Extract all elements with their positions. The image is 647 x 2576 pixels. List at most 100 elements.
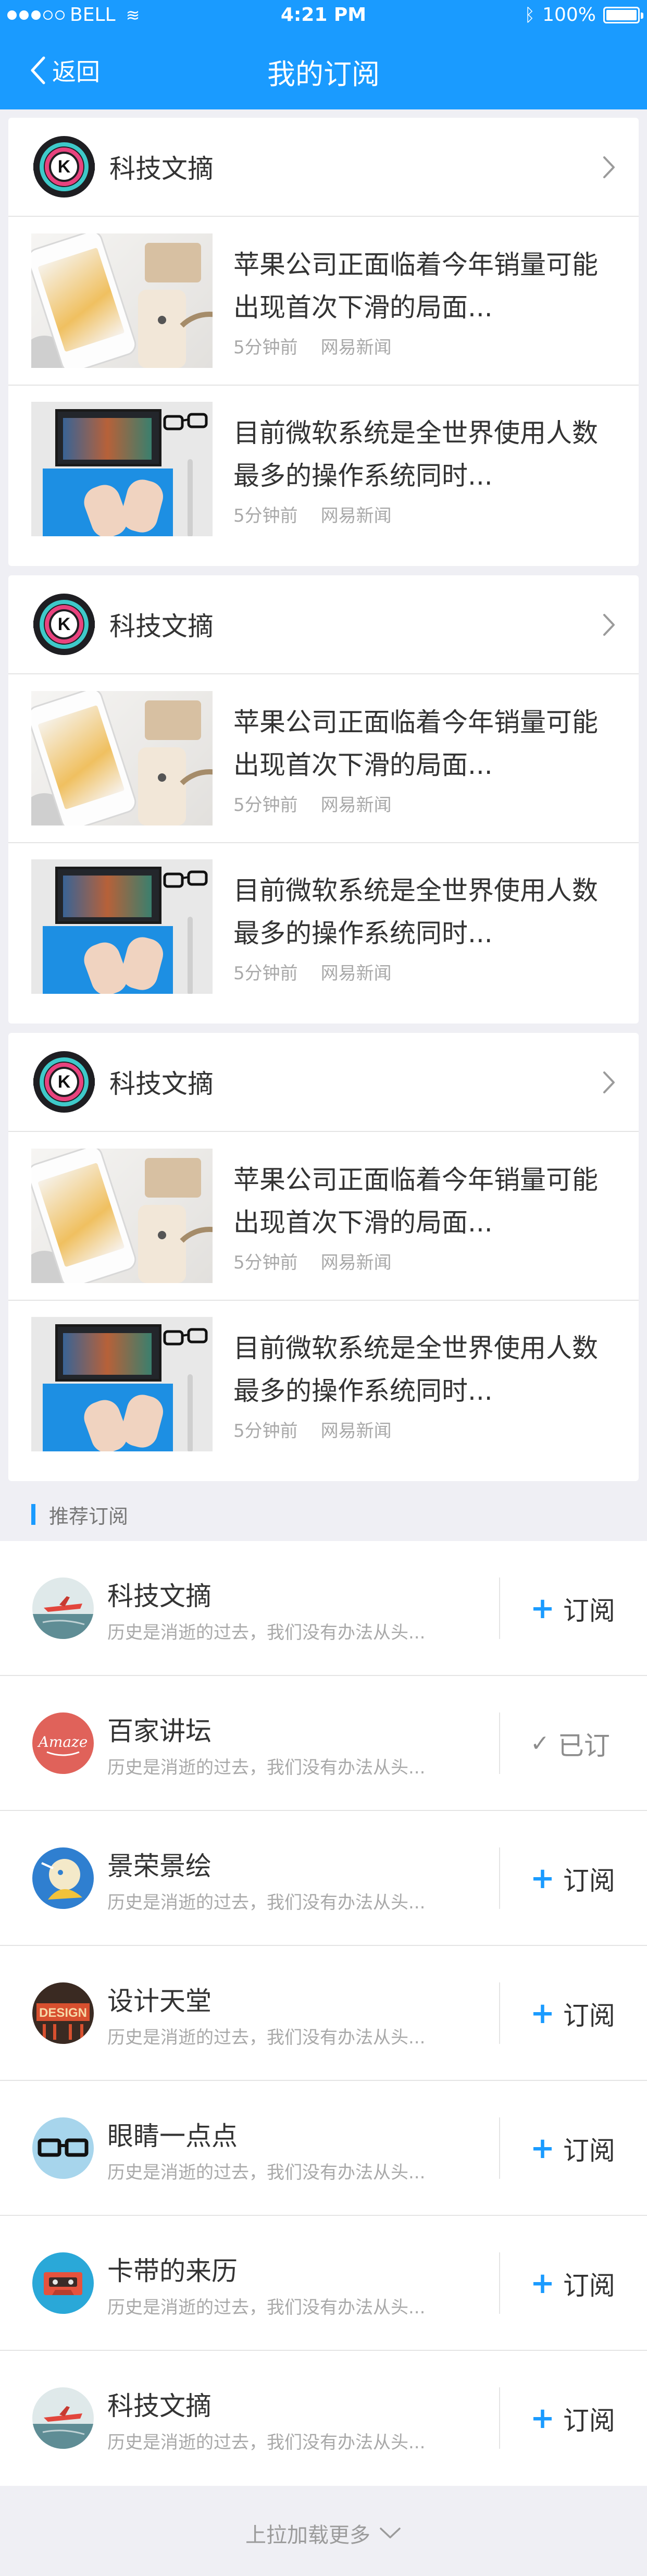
article-time: 5分钟前 — [233, 1420, 298, 1441]
article-thumbnail — [31, 233, 213, 368]
chevron-down-icon — [380, 2527, 401, 2538]
subscribe-button[interactable]: + 订阅 — [530, 1860, 615, 1897]
article-title: 苹果公司正面临着今年销量可能出现首次下滑的局面... — [233, 249, 598, 323]
subscribe-label: 订阅 — [563, 1596, 615, 1626]
glasses-avatar-icon — [32, 2117, 94, 2179]
logo-letter: K — [51, 611, 77, 637]
recommend-desc: 历史是消逝的过去，我们没有办法从头... — [107, 2432, 426, 2453]
subscribe-button[interactable]: + 订阅 — [530, 1590, 615, 1628]
article-item[interactable]: 目前微软系统是全世界使用人数最多的操作系统同时... 5分钟前 网易新闻 — [8, 842, 639, 1010]
article-time: 5分钟前 — [233, 794, 298, 816]
article-meta: 5分钟前 网易新闻 — [233, 1416, 616, 1442]
subscription-header[interactable]: K 科技文摘 — [8, 1033, 639, 1132]
recommend-list: 科技文摘 历史是消逝的过去，我们没有办法从头... + 订阅 Amaze 百家讲… — [0, 1541, 647, 2486]
subscription-card: K 科技文摘 苹果公司正面临着今年销量可能出现首次下滑的局面... 5分钟前 网易… — [8, 118, 639, 566]
article-item[interactable]: 苹果公司正面临着今年销量可能出现首次下滑的局面... 5分钟前 网易新闻 — [8, 217, 639, 385]
recommend-name: 景荣景绘 — [107, 1851, 211, 1881]
channel-logo-icon: K — [33, 1051, 95, 1113]
svg-text:Amaze: Amaze — [37, 1733, 88, 1751]
section-marker — [31, 1504, 35, 1525]
recommend-desc: 历史是消逝的过去，我们没有办法从头... — [107, 1892, 426, 1913]
subscription-header[interactable]: K 科技文摘 — [8, 575, 639, 674]
subscription-name: 科技文摘 — [109, 1069, 214, 1099]
divider — [499, 1577, 500, 1639]
divider — [499, 2252, 500, 2314]
article-source: 网易新闻 — [320, 794, 392, 816]
chevron-right-icon — [603, 1071, 615, 1093]
recommend-header: 推荐订阅 — [0, 1488, 647, 1541]
recommend-name: 百家讲坛 — [107, 1716, 211, 1746]
airplane-avatar-icon — [32, 2387, 94, 2449]
subscription-card: K 科技文摘 苹果公司正面临着今年销量可能出现首次下滑的局面... 5分钟前 网易… — [8, 575, 639, 1024]
subscription-list: K 科技文摘 苹果公司正面临着今年销量可能出现首次下滑的局面... 5分钟前 网易… — [8, 118, 639, 1490]
logo-letter: K — [51, 154, 77, 180]
recommend-title: 推荐订阅 — [49, 1505, 129, 1528]
article-meta: 5分钟前 网易新闻 — [233, 501, 616, 527]
plus-icon: + — [530, 1592, 555, 1625]
article-item[interactable]: 目前微软系统是全世界使用人数最多的操作系统同时... 5分钟前 网易新闻 — [8, 1300, 639, 1468]
subscribe-label: 订阅 — [563, 2001, 615, 2031]
subscription-header[interactable]: K 科技文摘 — [8, 118, 639, 217]
recommend-desc: 历史是消逝的过去，我们没有办法从头... — [107, 1757, 426, 1778]
subscribe-label: 订阅 — [563, 2406, 615, 2436]
article-item[interactable]: 苹果公司正面临着今年销量可能出现首次下滑的局面... 5分钟前 网易新闻 — [8, 674, 639, 842]
subscribe-button[interactable]: + 订阅 — [530, 2400, 615, 2437]
subscription-card: K 科技文摘 苹果公司正面临着今年销量可能出现首次下滑的局面... 5分钟前 网易… — [8, 1033, 639, 1481]
article-thumbnail — [31, 1149, 213, 1283]
battery-icon — [603, 6, 643, 23]
divider — [499, 2387, 500, 2449]
recommend-item[interactable]: 科技文摘 历史是消逝的过去，我们没有办法从头... + 订阅 — [0, 2351, 647, 2486]
subscribe-button[interactable]: + 订阅 — [530, 1995, 615, 2032]
illustration-avatar-icon — [32, 1847, 94, 1909]
subscribe-label: 订阅 — [563, 2271, 615, 2301]
recommend-name: 设计天堂 — [107, 1986, 211, 2016]
recommend-desc: 历史是消逝的过去，我们没有办法从头... — [107, 1622, 426, 1643]
plus-icon: + — [530, 1862, 555, 1895]
recommend-item[interactable]: 景荣景绘 历史是消逝的过去，我们没有办法从头... + 订阅 — [0, 1811, 647, 1946]
channel-logo-icon: K — [33, 594, 95, 655]
recommend-desc: 历史是消逝的过去，我们没有办法从头... — [107, 2297, 426, 2318]
divider — [499, 2117, 500, 2179]
load-more-label: 上拉加载更多 — [245, 2523, 370, 2547]
cassette-avatar-icon — [32, 2252, 94, 2314]
article-title: 目前微软系统是全世界使用人数最多的操作系统同时... — [233, 1333, 598, 1406]
article-item[interactable]: 目前微软系统是全世界使用人数最多的操作系统同时... 5分钟前 网易新闻 — [8, 385, 639, 552]
recommend-item[interactable]: 眼睛一点点 历史是消逝的过去，我们没有办法从头... + 订阅 — [0, 2081, 647, 2216]
battery-percent: 100% — [542, 4, 596, 26]
recommend-item[interactable]: 卡带的来历 历史是消逝的过去，我们没有办法从头... + 订阅 — [0, 2216, 647, 2351]
bluetooth-icon: ᛒ — [524, 4, 536, 26]
logo-letter: K — [51, 1069, 77, 1095]
svg-text:DESIGN: DESIGN — [39, 2006, 87, 2020]
article-time: 5分钟前 — [233, 963, 298, 984]
subscribe-button[interactable]: + 订阅 — [530, 2130, 615, 2167]
chevron-right-icon — [603, 156, 615, 178]
subscribed-button[interactable]: ✓ 已订 — [530, 1725, 610, 1762]
status-right: ᛒ 100% — [524, 4, 643, 26]
navigation-bar: 返回 我的订阅 — [0, 33, 647, 109]
divider — [499, 1982, 500, 2044]
recommend-item[interactable]: Amaze 百家讲坛 历史是消逝的过去，我们没有办法从头... ✓ 已订 — [0, 1676, 647, 1811]
article-meta: 5分钟前 网易新闻 — [233, 791, 616, 816]
recommend-item[interactable]: DESIGN 设计天堂 历史是消逝的过去，我们没有办法从头... + 订阅 — [0, 1946, 647, 2081]
article-source: 网易新闻 — [320, 963, 392, 984]
article-time: 5分钟前 — [233, 1252, 298, 1273]
article-source: 网易新闻 — [320, 337, 392, 358]
recommend-item[interactable]: 科技文摘 历史是消逝的过去，我们没有办法从头... + 订阅 — [0, 1541, 647, 1676]
plus-icon: + — [530, 2266, 555, 2300]
article-thumbnail — [31, 1317, 213, 1451]
recommend-name: 科技文摘 — [107, 1581, 211, 1611]
load-more[interactable]: 上拉加载更多 — [0, 2490, 647, 2576]
article-time: 5分钟前 — [233, 337, 298, 358]
subscribe-label: 订阅 — [563, 1866, 615, 1896]
subscription-name: 科技文摘 — [109, 154, 214, 184]
article-item[interactable]: 苹果公司正面临着今年销量可能出现首次下滑的局面... 5分钟前 网易新闻 — [8, 1132, 639, 1300]
article-thumbnail — [31, 691, 213, 825]
subscribe-button[interactable]: + 订阅 — [530, 2265, 615, 2302]
article-source: 网易新闻 — [320, 1420, 392, 1441]
status-bar: BELL ≋ 4:21 PM ᛒ 100% — [0, 0, 647, 33]
article-thumbnail — [31, 402, 213, 536]
article-meta: 5分钟前 网易新闻 — [233, 959, 616, 984]
divider — [499, 1712, 500, 1774]
page-title: 我的订阅 — [267, 58, 380, 91]
chevron-right-icon — [603, 614, 615, 636]
